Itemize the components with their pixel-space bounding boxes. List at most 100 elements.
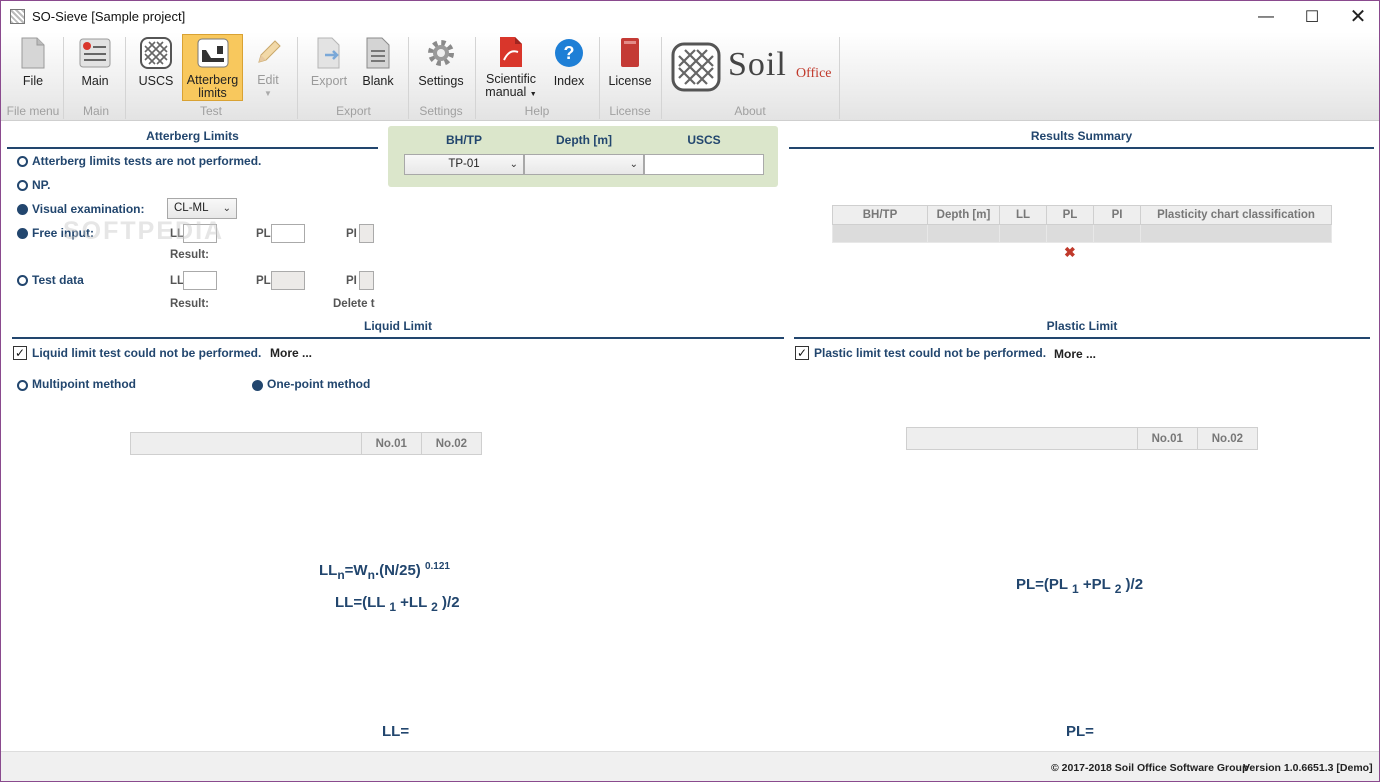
group-about-label: About <box>734 104 766 118</box>
liquid-formula-2: LL=(LL 1 +LL 2 )/2 <box>335 594 460 614</box>
group-help-label: Help <box>524 104 550 118</box>
bh-select[interactable]: TP-01 ⌄ <box>404 154 524 175</box>
blank-form-icon <box>361 36 395 70</box>
results-summary-header: Results Summary <box>789 127 1374 149</box>
test-ll-input[interactable] <box>183 271 217 290</box>
multipoint-radio[interactable] <box>17 380 28 391</box>
export-label: Export <box>310 74 348 88</box>
liquid-limit-table: No.01 No.02 <box>130 432 483 455</box>
not-performed-label: Atterberg limits tests are not performed… <box>32 154 262 168</box>
minimize-button[interactable]: — <box>1243 1 1289 32</box>
results-col-depth: Depth [m] <box>927 205 1000 225</box>
main-button[interactable]: Main <box>73 34 117 100</box>
plastic-header-row: No.01 No.02 <box>906 427 1259 450</box>
pencil-icon <box>251 36 285 69</box>
results-col-bh: BH/TP <box>832 205 928 225</box>
depth-header: Depth [m] <box>556 133 612 147</box>
results-col-ll: LL <box>999 205 1047 225</box>
liquid-not-performed-checkbox[interactable]: ✓ <box>13 346 27 360</box>
not-performed-radio[interactable] <box>17 156 28 167</box>
free-result-label: Result: <box>170 249 209 261</box>
group-settings-label: Settings <box>419 104 463 118</box>
scientific-manual-button[interactable]: Scientific manual ▼ <box>483 34 539 100</box>
app-icon <box>10 9 25 24</box>
sieve-icon <box>139 36 173 70</box>
maximize-button[interactable]: ☐ <box>1289 1 1335 32</box>
settings-label: Settings <box>418 74 464 88</box>
soil-office-logo-icon[interactable] <box>671 42 721 92</box>
copyright-text: © 2017-2018 Soil Office Software Group <box>1051 762 1249 774</box>
liquid-not-performed-label: Liquid limit test could not be performed… <box>32 346 262 360</box>
close-button[interactable]: ✕ <box>1335 1 1379 32</box>
group-export-label: Export <box>336 104 371 118</box>
uscs-field[interactable] <box>644 154 764 175</box>
onepoint-label: One-point method <box>267 377 371 391</box>
np-radio[interactable] <box>17 180 28 191</box>
group-main-label: Main <box>82 104 109 118</box>
main-label: Main <box>81 74 109 88</box>
group-file-menu-label: File menu <box>6 104 60 118</box>
liquid-limit-result: LL= <box>382 723 410 740</box>
soil-office-wordmark: Soil Office <box>728 46 832 83</box>
plastic-not-performed-label: Plastic limit test could not be performe… <box>814 346 1047 360</box>
liquid-formula-1: LLn=Wn.(N/25) 0.121 <box>319 561 450 582</box>
edit-dropdown-arrow-icon: ▼ <box>264 89 272 98</box>
onepoint-radio[interactable] <box>252 380 263 391</box>
delete-test-link[interactable]: Delete t <box>333 298 375 310</box>
bh-header: BH/TP <box>446 133 482 147</box>
index-label: Index <box>553 74 585 88</box>
free-input-radio[interactable] <box>17 228 28 239</box>
svg-text:?: ? <box>564 43 575 63</box>
export-button[interactable]: Export <box>307 34 351 100</box>
table-row[interactable] <box>832 224 1332 243</box>
plastic-more-link[interactable]: More ... <box>1054 347 1096 361</box>
plastic-col-no01: No.01 <box>1136 427 1198 450</box>
depth-select[interactable]: ⌄ <box>524 154 644 175</box>
edit-button[interactable]: Edit ▼ <box>248 34 288 100</box>
help-question-icon: ? <box>552 36 586 70</box>
test-ll-label: LL <box>170 275 185 287</box>
results-table: BH/TP Depth [m] LL PL PI Plasticity char… <box>832 205 1332 243</box>
blank-button[interactable]: Blank <box>356 34 400 100</box>
index-button[interactable]: ? Index <box>547 34 591 100</box>
ribbon: File Main USCS Atterberg limits Edit ▼ T… <box>1 32 1379 121</box>
free-pi-input <box>359 224 374 243</box>
atterberg-limits-button[interactable]: Atterberg limits <box>182 34 243 101</box>
plastic-not-performed-checkbox[interactable]: ✓ <box>795 346 809 360</box>
plastic-limit-result: PL= <box>1066 723 1094 740</box>
group-license-label: License <box>609 104 651 118</box>
license-button[interactable]: License <box>606 34 654 100</box>
borehole-panel: BH/TP Depth [m] USCS TP-01 ⌄ ⌄ <box>388 126 778 187</box>
softpedia-watermark: SOFTPEDIA <box>63 217 225 245</box>
document-icon <box>16 36 50 70</box>
liquid-more-link[interactable]: More ... <box>270 346 312 360</box>
blank-label: Blank <box>362 74 394 88</box>
app-window: SO-Sieve [Sample project] — ☐ ✕ File Mai… <box>0 0 1380 782</box>
version-text: Version 1.0.6651.3 [Demo] <box>1243 762 1373 774</box>
test-data-radio[interactable] <box>17 275 28 286</box>
group-test-label: Test <box>199 104 222 118</box>
test-pi-input <box>359 271 374 290</box>
red-x-icon[interactable]: ✖ <box>1064 244 1076 261</box>
test-pi-label: PI <box>346 275 357 287</box>
atterberg-limits-header: Atterberg Limits <box>7 127 378 149</box>
results-col-classification: Plasticity chart classification <box>1140 205 1332 225</box>
chevron-down-icon: ⌄ <box>222 203 231 214</box>
edit-label: Edit <box>257 73 279 87</box>
free-pl-input[interactable] <box>271 224 305 243</box>
visual-examination-radio[interactable] <box>17 204 28 215</box>
settings-button[interactable]: Settings <box>416 34 466 100</box>
status-bar: © 2017-2018 Soil Office Software Group V… <box>1 751 1379 781</box>
pdf-book-icon <box>494 36 528 68</box>
visual-examination-select[interactable]: CL-ML ⌄ <box>167 198 237 219</box>
export-file-icon <box>312 36 346 70</box>
license-label: License <box>608 74 652 88</box>
map-list-icon <box>78 36 112 70</box>
plastic-formula: PL=(PL 1 +PL 2 )/2 <box>1016 576 1144 596</box>
test-result-label: Result: <box>170 298 209 310</box>
file-button[interactable]: File <box>11 34 55 100</box>
uscs-header: USCS <box>687 133 721 147</box>
plastic-limit-table: No.01 No.02 <box>906 427 1259 450</box>
uscs-button[interactable]: USCS <box>134 34 178 100</box>
license-book-icon <box>613 36 647 70</box>
